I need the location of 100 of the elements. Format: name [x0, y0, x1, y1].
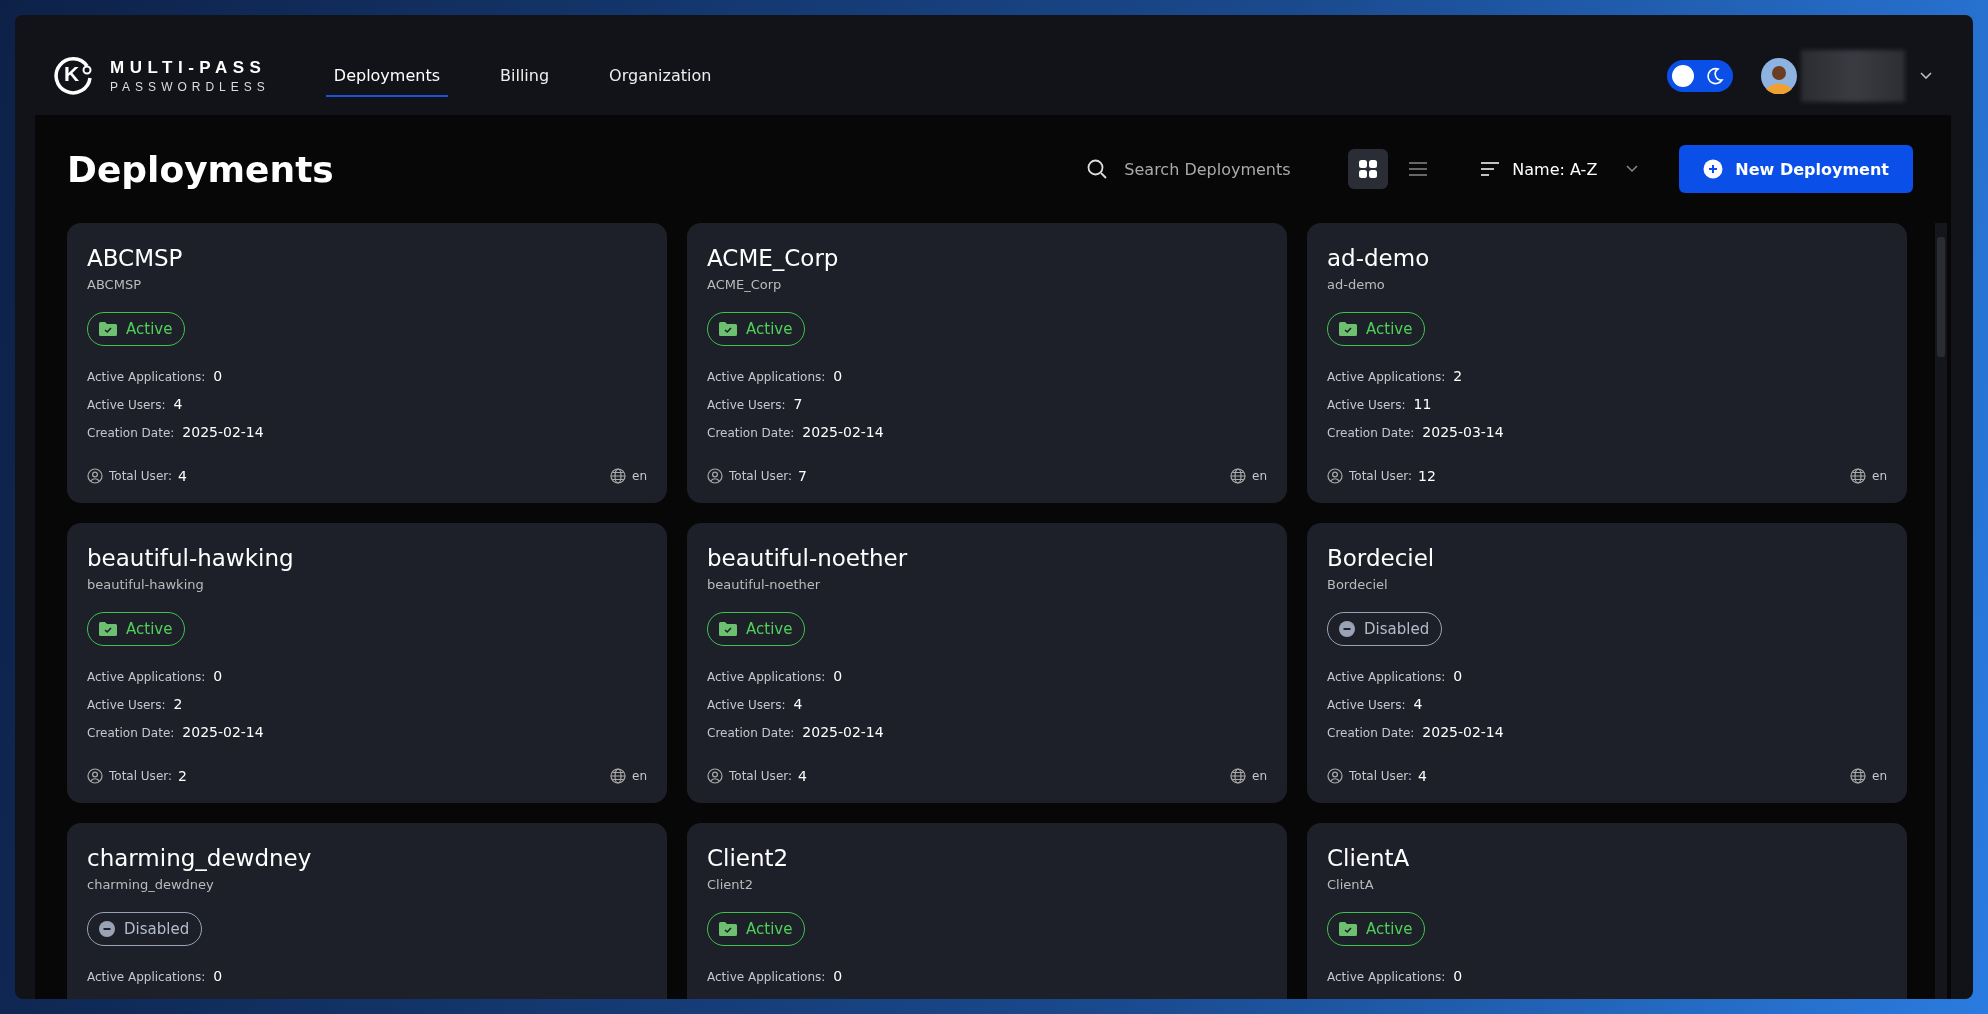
deployment-name: Client2: [707, 845, 790, 871]
deployment-card[interactable]: ad-demo ad-demo Active Active Applications: 2 Active Users: 11 Creation Date: 2025-03-14 Total User: 12 en: [1307, 223, 1907, 503]
globe-icon: [610, 468, 626, 484]
stat-label: Active Applications:: [1327, 670, 1446, 684]
stat-value: 0: [1453, 968, 1463, 984]
theme-toggle[interactable]: [1667, 60, 1733, 92]
page-title: Deployments: [67, 148, 334, 190]
deployment-name: ClientA: [1327, 845, 1411, 871]
stat-label: Creation Date:: [707, 726, 795, 740]
globe-icon: [1850, 768, 1866, 784]
stat-value: 0: [833, 668, 843, 684]
stat-value: 2: [173, 696, 183, 712]
total-value: 4: [798, 768, 807, 784]
stat-label: Creation Date:: [87, 426, 175, 440]
globe-icon: [1230, 768, 1246, 784]
stat-value: 2025-02-14: [1422, 724, 1504, 740]
deployment-slug: Bordeciel: [1327, 577, 1389, 592]
deployment-card[interactable]: ABCMSP ABCMSP Active Active Applications: 0 Active Users: 4 Creation Date: 2025-02-14 Total User: 4 en: [67, 223, 667, 503]
language-label: en: [1252, 469, 1267, 483]
grid-view-button[interactable]: [1348, 149, 1389, 189]
deployment-slug: ClientA: [1327, 877, 1375, 892]
total-label: Total User:: [729, 769, 793, 783]
plus-icon: [1703, 159, 1724, 179]
stat-value: 2025-02-14: [802, 724, 884, 740]
language-label: en: [1872, 469, 1887, 483]
stat-label: Active Applications:: [87, 970, 206, 984]
chevron-down-icon: [1625, 164, 1640, 174]
grid-icon: [1358, 159, 1379, 179]
globe-icon: [610, 768, 626, 784]
user-icon: [87, 768, 103, 784]
total-label: Total User:: [109, 769, 173, 783]
user-icon: [87, 468, 103, 484]
deployment-card[interactable]: Bordeciel Bordeciel Disabled Active Applications: 0 Active Users: 4 Creation Date: 2025-02-14 Total User: 4 en: [1307, 523, 1907, 803]
deployment-card[interactable]: beautiful-hawking beautiful-hawking Active Active Applications: 0 Active Users: 2 Creation Date: 2025-02-14 Total User: 2 en: [67, 523, 667, 803]
deployment-name: beautiful-noether: [707, 545, 909, 571]
stat-label: Active Users:: [87, 398, 166, 412]
logo-letter: K: [64, 62, 80, 86]
stat-value: 2025-02-14: [182, 424, 264, 440]
stat-label: Active Applications:: [1327, 970, 1446, 984]
stat-label: Active Users:: [707, 698, 786, 712]
stat-label: Active Users:: [707, 398, 786, 412]
total-value: 4: [178, 468, 187, 484]
total-label: Total User:: [1349, 769, 1413, 783]
sort-dropdown[interactable]: Name: A-Z: [1480, 159, 1640, 179]
stat-label: Active Applications:: [87, 370, 206, 384]
search-icon: [1086, 158, 1109, 180]
total-label: Total User:: [109, 469, 173, 483]
brand-tagline: PASSWORDLESS: [110, 80, 270, 94]
stat-label: Active Users:: [87, 698, 166, 712]
nav-tab[interactable]: Organization: [601, 55, 720, 97]
deployment-name: charming_dewdney: [87, 845, 313, 871]
stat-value: 4: [793, 696, 803, 712]
stat-value: 4: [173, 396, 183, 412]
deployment-name: beautiful-hawking: [87, 545, 295, 571]
stat-label: Active Applications:: [707, 970, 826, 984]
deployment-slug: charming_dewdney: [87, 877, 215, 892]
deployment-slug: ABCMSP: [87, 277, 142, 292]
deployment-slug: Client2: [707, 877, 754, 892]
nav-tab[interactable]: Deployments: [325, 55, 448, 97]
stat-value: 2025-03-14: [1422, 424, 1504, 440]
total-value: 2: [178, 768, 187, 784]
deployment-card[interactable]: Client2 Client2 Active Active Applications: 0: [687, 823, 1287, 999]
chevron-down-icon[interactable]: [1919, 71, 1933, 81]
brand-name: MULTI-PASS: [110, 58, 268, 78]
user-icon: [707, 768, 723, 784]
logo-icon: [54, 56, 94, 96]
stat-label: Creation Date:: [87, 726, 175, 740]
stat-label: Active Users:: [1327, 698, 1406, 712]
total-value: 7: [798, 468, 807, 484]
stat-value: 0: [213, 668, 223, 684]
stat-value: 7: [793, 396, 803, 412]
stat-value: 0: [213, 368, 223, 384]
sort-icon: [1480, 161, 1501, 177]
user-icon: [707, 468, 723, 484]
stat-value: 0: [833, 368, 843, 384]
stat-value: 11: [1413, 396, 1432, 412]
avatar-icon[interactable]: [1761, 58, 1797, 94]
search-field[interactable]: Search Deployments: [1086, 158, 1295, 180]
stat-value: 2: [1453, 368, 1463, 384]
deployment-card[interactable]: beautiful-noether beautiful-noether Active Active Applications: 0 Active Users: 4 Creation Date: 2025-02-14 Total User: 4 en: [687, 523, 1287, 803]
total-label: Total User:: [1349, 469, 1413, 483]
scrollbar[interactable]: [1935, 223, 1947, 999]
deployment-name: ACME_Corp: [707, 245, 840, 271]
globe-icon: [1850, 468, 1866, 484]
globe-icon: [1230, 468, 1246, 484]
stat-label: Active Applications:: [707, 370, 826, 384]
nav-tab[interactable]: Billing: [492, 55, 558, 97]
language-label: en: [1872, 769, 1887, 783]
deployment-slug: ad-demo: [1327, 277, 1386, 292]
list-icon: [1408, 161, 1429, 177]
deployment-card[interactable]: ClientA ClientA Active Active Applications: 0: [1307, 823, 1907, 999]
deployment-card[interactable]: ACME_Corp ACME_Corp Active Active Applications: 0 Active Users: 7 Creation Date: 2025-02-14 Total User: 7 en: [687, 223, 1287, 503]
total-value: 12: [1418, 468, 1436, 484]
deployment-card[interactable]: charming_dewdney charming_dewdney Disabled Active Applications: 0: [67, 823, 667, 999]
stat-value: 0: [213, 968, 223, 984]
stat-label: Active Applications:: [87, 670, 206, 684]
user-icon: [1327, 468, 1343, 484]
new-deployment-button[interactable]: New Deployment: [1679, 145, 1913, 193]
stat-value: 2025-02-14: [802, 424, 884, 440]
total-value: 4: [1418, 768, 1427, 784]
